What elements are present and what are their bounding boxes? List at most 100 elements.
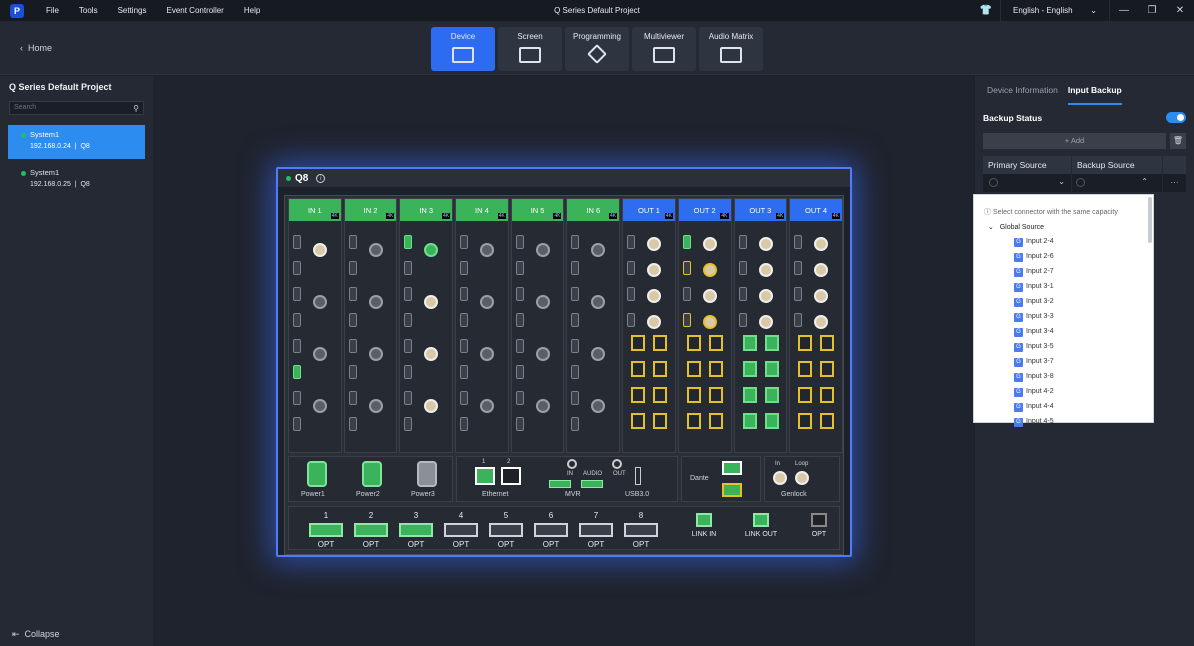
sfp-port-icon[interactable] bbox=[686, 387, 701, 403]
minimize-icon[interactable]: — bbox=[1110, 5, 1138, 16]
hdmi-port-icon[interactable] bbox=[738, 235, 747, 249]
sdi-port-icon[interactable] bbox=[814, 263, 829, 277]
sdi-port-icon[interactable] bbox=[758, 315, 773, 329]
sdi-port-icon[interactable] bbox=[814, 289, 829, 303]
input-card[interactable]: IN 2 4K bbox=[343, 198, 398, 453]
home-button[interactable]: ‹ Home bbox=[20, 43, 52, 53]
sdi-port-icon[interactable] bbox=[535, 295, 550, 309]
dropdown-option[interactable]: G Input 3-1 bbox=[1014, 283, 1054, 292]
dante-port-icon[interactable] bbox=[722, 483, 742, 497]
ethernet-port-icon[interactable] bbox=[501, 467, 521, 485]
sdi-port-icon[interactable] bbox=[758, 237, 773, 251]
power-connector-icon[interactable] bbox=[362, 461, 382, 487]
genlock-loop-port-icon[interactable] bbox=[795, 471, 809, 485]
menu-file[interactable]: File bbox=[46, 6, 59, 15]
sfp-port-icon[interactable] bbox=[742, 387, 757, 403]
hdmi-port-icon[interactable] bbox=[627, 235, 636, 249]
restore-icon[interactable]: ❐ bbox=[1138, 5, 1166, 16]
sfp-port-icon[interactable] bbox=[764, 413, 779, 429]
sfp-port-icon[interactable] bbox=[686, 361, 701, 377]
sdi-port-icon[interactable] bbox=[814, 237, 829, 251]
hdmi-port-icon[interactable] bbox=[738, 313, 747, 327]
hdmi-port-icon[interactable] bbox=[348, 365, 357, 379]
dropdown-option[interactable]: G Input 2-4 bbox=[1014, 238, 1054, 247]
sfp-port-icon[interactable] bbox=[631, 387, 646, 403]
hdmi-port-icon[interactable] bbox=[682, 287, 691, 301]
hdmi-port-icon[interactable] bbox=[404, 391, 413, 405]
sdi-port-icon[interactable] bbox=[647, 315, 662, 329]
hdmi-port-icon[interactable] bbox=[571, 261, 580, 275]
sdi-port-icon[interactable] bbox=[591, 243, 606, 257]
hdmi-port-icon[interactable] bbox=[571, 287, 580, 301]
sfp-port-icon[interactable] bbox=[798, 335, 813, 351]
hdmi-port-icon[interactable] bbox=[348, 339, 357, 353]
hdmi-port-icon[interactable] bbox=[348, 287, 357, 301]
tab-input-backup[interactable]: Input Backup bbox=[1067, 85, 1122, 105]
opt-port[interactable]: 2 OPT bbox=[354, 511, 388, 549]
link-in-port[interactable]: LINK IN bbox=[684, 513, 724, 538]
sdi-port-icon[interactable] bbox=[814, 315, 829, 329]
sdi-port-icon[interactable] bbox=[480, 295, 495, 309]
hdmi-port-icon[interactable] bbox=[293, 313, 301, 327]
sdi-port-icon[interactable] bbox=[424, 243, 439, 257]
hdmi-port-icon[interactable] bbox=[515, 313, 524, 327]
sdi-port-icon[interactable] bbox=[702, 263, 717, 277]
hdmi-port-icon[interactable] bbox=[460, 235, 469, 249]
sfp-port-icon[interactable] bbox=[653, 413, 668, 429]
hdmi-port-icon[interactable] bbox=[293, 287, 301, 301]
sdi-port-icon[interactable] bbox=[535, 243, 550, 257]
hdmi-port-icon[interactable] bbox=[794, 261, 803, 275]
hdmi-port-icon[interactable] bbox=[348, 391, 357, 405]
hdmi-port-icon[interactable] bbox=[627, 287, 636, 301]
hdmi-port-icon[interactable] bbox=[515, 365, 524, 379]
opt-port[interactable]: 8 OPT bbox=[624, 511, 658, 549]
sdi-port-icon[interactable] bbox=[758, 263, 773, 277]
menu-settings[interactable]: Settings bbox=[118, 6, 147, 15]
sdi-port-icon[interactable] bbox=[535, 399, 550, 413]
hdmi-port-icon[interactable] bbox=[404, 235, 413, 249]
sfp-port-icon[interactable] bbox=[820, 335, 835, 351]
sdi-port-icon[interactable] bbox=[313, 243, 327, 257]
dropdown-option[interactable]: G Input 3-7 bbox=[1014, 358, 1054, 367]
hdmi-port-icon[interactable] bbox=[404, 417, 413, 431]
dropdown-option[interactable]: G Input 2-7 bbox=[1014, 268, 1054, 277]
hdmi-port-icon[interactable] bbox=[293, 391, 301, 405]
opt-port[interactable]: 4 OPT bbox=[444, 511, 478, 549]
hdmi-port-icon[interactable] bbox=[682, 235, 691, 249]
hdmi-port-icon[interactable] bbox=[738, 287, 747, 301]
system-item[interactable]: System1 192.168.0.24 | Q8 bbox=[8, 125, 145, 159]
sdi-port-icon[interactable] bbox=[368, 399, 383, 413]
dropdown-option[interactable]: G Input 4-5 bbox=[1014, 418, 1054, 427]
sdi-port-icon[interactable] bbox=[702, 237, 717, 251]
hdmi-port-icon[interactable] bbox=[627, 313, 636, 327]
sdi-port-icon[interactable] bbox=[591, 399, 606, 413]
dropdown-option[interactable]: G Input 3-5 bbox=[1014, 343, 1054, 352]
hdmi-port-icon[interactable] bbox=[515, 287, 524, 301]
hdmi-port-icon[interactable] bbox=[571, 313, 580, 327]
hdmi-port-icon[interactable] bbox=[627, 261, 636, 275]
sfp-port-icon[interactable] bbox=[686, 413, 701, 429]
menu-help[interactable]: Help bbox=[244, 6, 260, 15]
hdmi-port-icon[interactable] bbox=[293, 235, 301, 249]
sfp-port-icon[interactable] bbox=[798, 413, 813, 429]
collapse-button[interactable]: ⇤ Collapse bbox=[12, 629, 60, 640]
input-card[interactable]: IN 3 4K bbox=[399, 198, 454, 453]
sfp-port-icon[interactable] bbox=[631, 361, 646, 377]
hdmi-port-icon[interactable] bbox=[460, 287, 469, 301]
sfp-port-icon[interactable] bbox=[798, 361, 813, 377]
sdi-port-icon[interactable] bbox=[591, 295, 606, 309]
dante-port-icon[interactable] bbox=[722, 461, 742, 475]
genlock-in-port-icon[interactable] bbox=[773, 471, 787, 485]
hdmi-port-icon[interactable] bbox=[348, 313, 357, 327]
hdmi-port-icon[interactable] bbox=[293, 417, 301, 431]
sdi-port-icon[interactable] bbox=[313, 347, 327, 361]
sfp-port-icon[interactable] bbox=[742, 413, 757, 429]
usb-port-icon[interactable] bbox=[635, 467, 641, 485]
sfp-port-icon[interactable] bbox=[820, 361, 835, 377]
opt-port[interactable]: 5 OPT bbox=[489, 511, 523, 549]
sfp-port-icon[interactable] bbox=[764, 335, 779, 351]
dropdown-option[interactable]: G Input 3-3 bbox=[1014, 313, 1054, 322]
hdmi-port-icon[interactable] bbox=[549, 480, 571, 488]
power-connector-icon[interactable] bbox=[307, 461, 327, 487]
hdmi-port-icon[interactable] bbox=[460, 391, 469, 405]
